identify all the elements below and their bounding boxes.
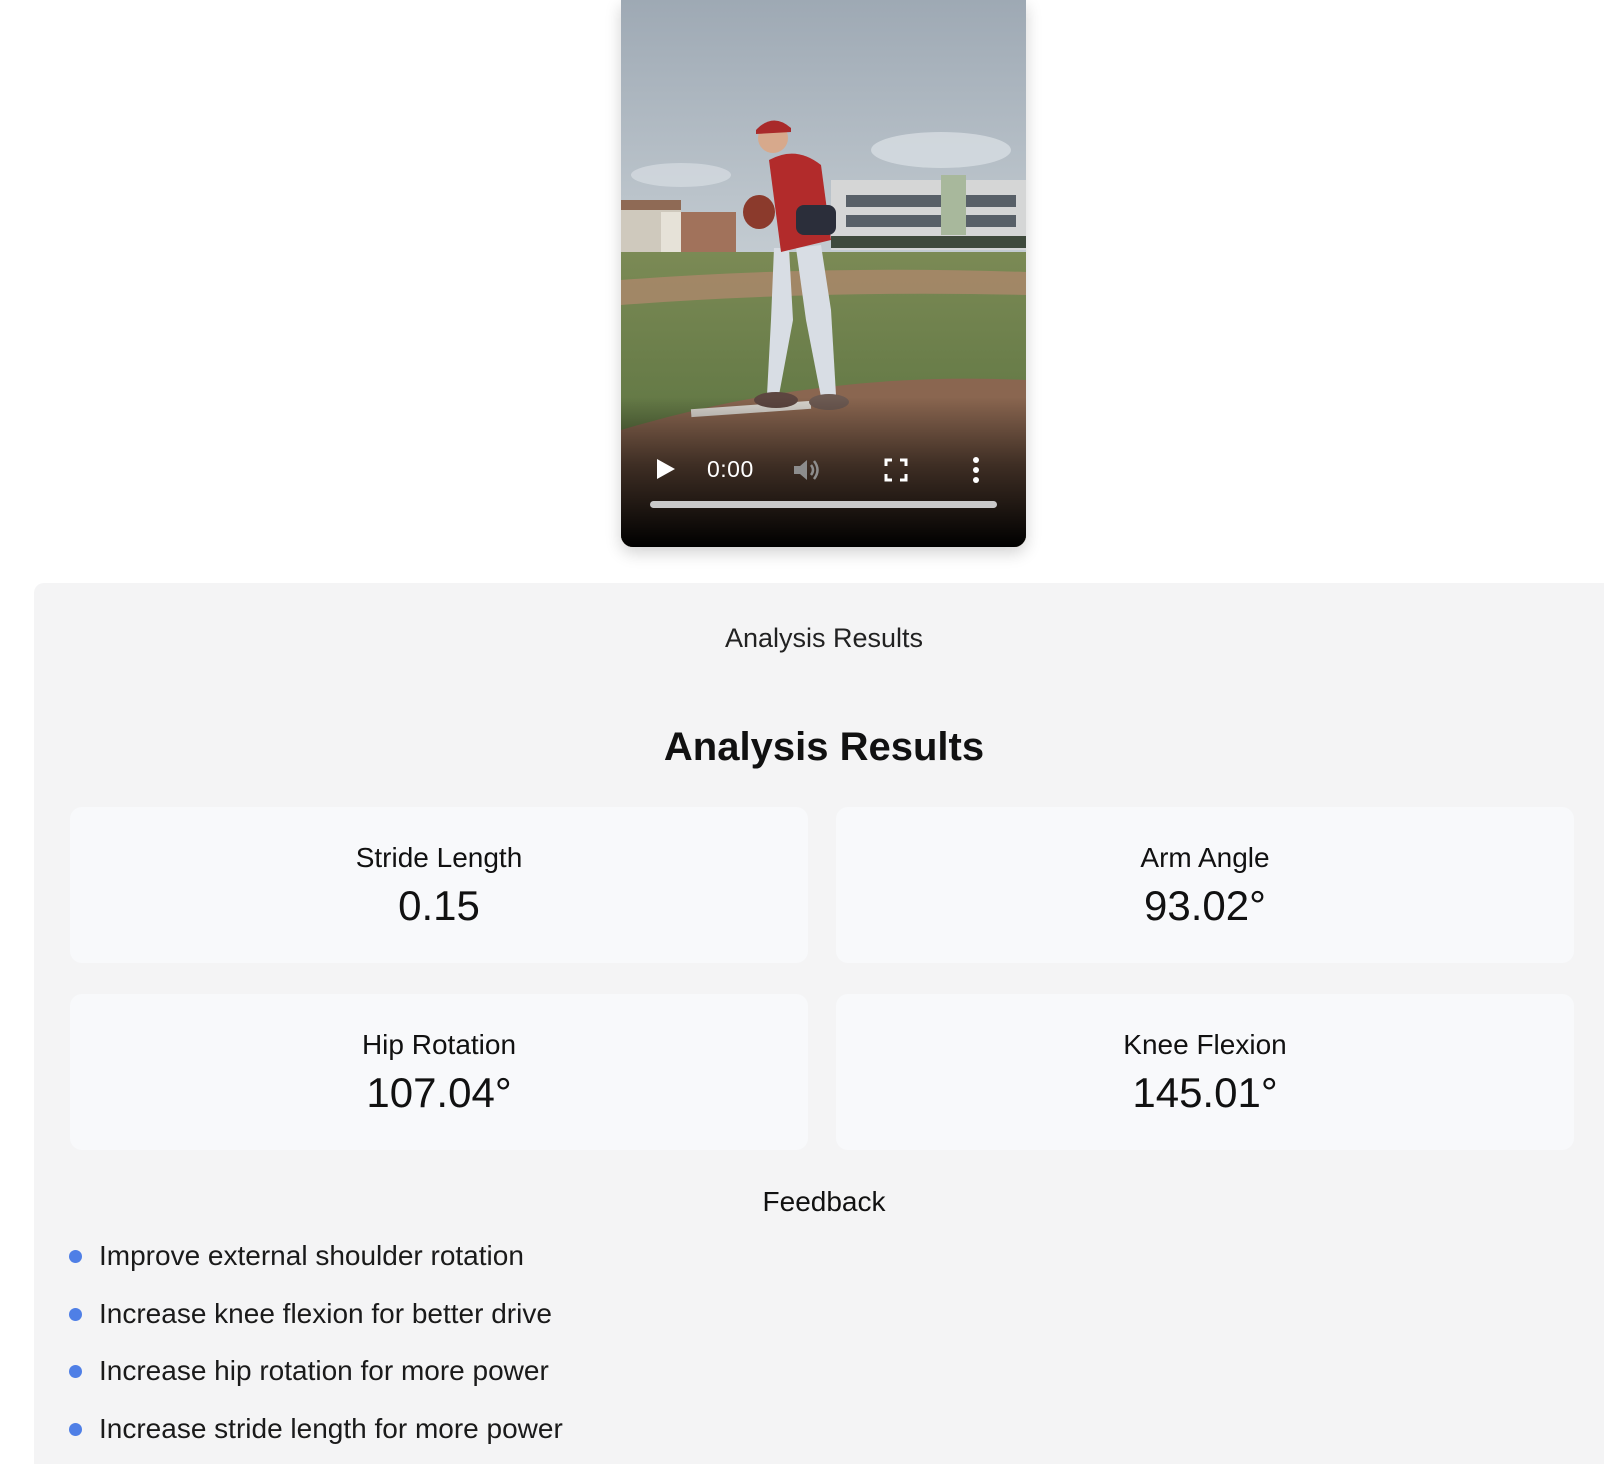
panel-caption: Analysis Results — [34, 623, 1604, 654]
more-vertical-icon — [970, 455, 982, 485]
mute-button[interactable] — [791, 455, 823, 485]
play-button[interactable] — [651, 455, 679, 483]
feedback-item: Increase hip rotation for more power — [69, 1354, 563, 1412]
metric-card-stride-length: Stride Length 0.15 — [70, 807, 808, 963]
feedback-text: Increase hip rotation for more power — [99, 1355, 549, 1386]
metric-card-hip-rotation: Hip Rotation 107.04° — [70, 994, 808, 1150]
video-controls: 0:00 — [621, 397, 1026, 547]
analysis-panel: Analysis Results Analysis Results Stride… — [34, 583, 1604, 1464]
volume-icon — [791, 455, 823, 485]
feedback-text: Improve external shoulder rotation — [99, 1240, 524, 1271]
current-time: 0:00 — [707, 456, 754, 483]
bullet-icon — [69, 1308, 82, 1321]
page-title: Analysis Results — [34, 725, 1604, 770]
feedback-text: Increase stride length for more power — [99, 1413, 563, 1444]
seek-bar[interactable] — [650, 501, 997, 508]
feedback-item: Improve external shoulder rotation — [69, 1239, 563, 1297]
more-options-button[interactable] — [970, 455, 982, 485]
feedback-list: Improve external shoulder rotation Incre… — [69, 1239, 563, 1469]
fullscreen-icon — [883, 457, 909, 483]
metric-value: 145.01° — [836, 1069, 1574, 1117]
fullscreen-button[interactable] — [883, 457, 909, 483]
metric-card-arm-angle: Arm Angle 93.02° — [836, 807, 1574, 963]
feedback-item: Increase stride length for more power — [69, 1412, 563, 1469]
metric-label: Knee Flexion — [836, 1029, 1574, 1061]
video-player[interactable]: 0:00 — [621, 0, 1026, 547]
metric-value: 107.04° — [70, 1069, 808, 1117]
metric-value: 93.02° — [836, 882, 1574, 930]
feedback-text: Increase knee flexion for better drive — [99, 1298, 552, 1329]
bullet-icon — [69, 1423, 82, 1436]
bullet-icon — [69, 1365, 82, 1378]
play-icon — [651, 455, 679, 483]
feedback-item: Increase knee flexion for better drive — [69, 1297, 563, 1355]
metric-card-knee-flexion: Knee Flexion 145.01° — [836, 994, 1574, 1150]
metric-label: Stride Length — [70, 842, 808, 874]
bullet-icon — [69, 1250, 82, 1263]
metric-label: Arm Angle — [836, 842, 1574, 874]
feedback-heading: Feedback — [34, 1186, 1604, 1218]
metric-value: 0.15 — [70, 882, 808, 930]
metric-label: Hip Rotation — [70, 1029, 808, 1061]
